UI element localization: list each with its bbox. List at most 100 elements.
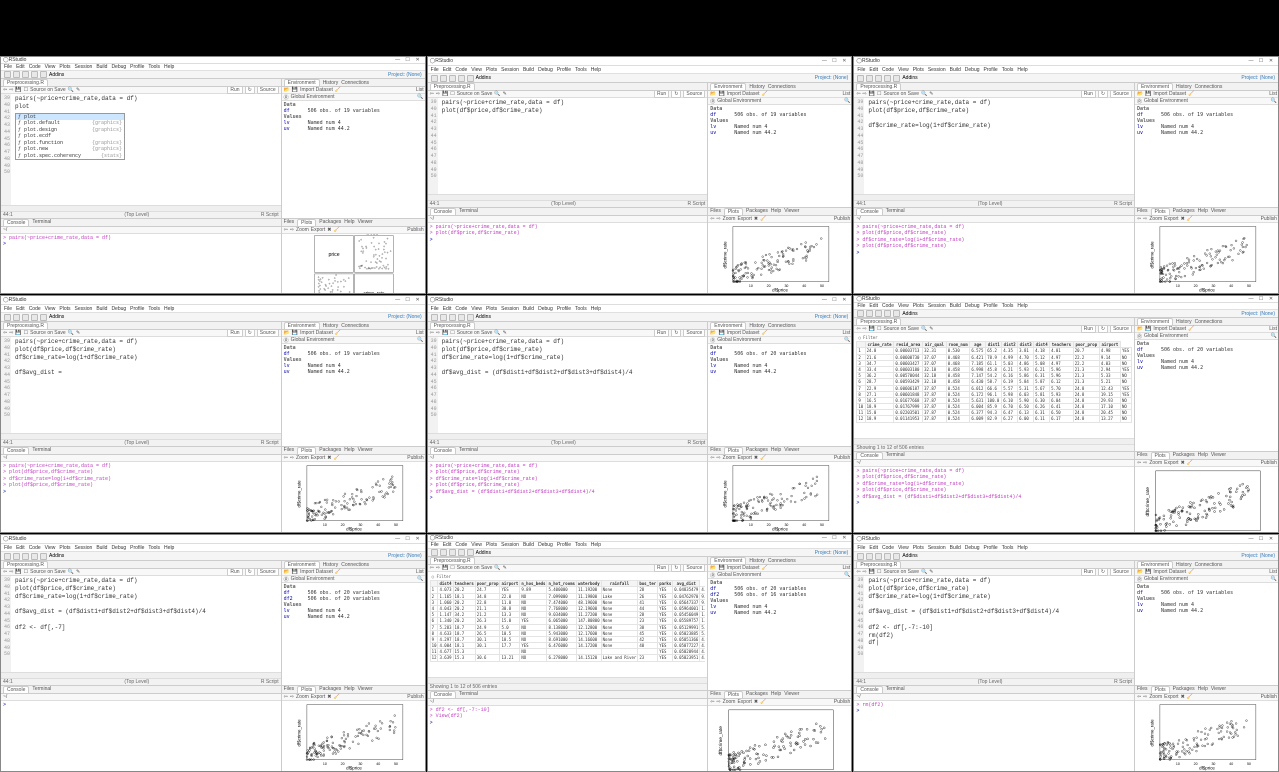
new-project-icon[interactable] [13,71,20,78]
menu-file[interactable]: File [857,303,865,309]
plot-back-icon[interactable]: ⇦ [710,699,714,705]
run-button[interactable]: Run [1081,90,1096,98]
source-on-save-checkbox[interactable]: ☐ [877,569,881,575]
tab-history[interactable]: History [749,558,765,564]
menu-help[interactable]: Help [591,542,601,548]
import-dataset-button[interactable]: Import Dataset [1153,91,1186,97]
tab-history[interactable]: History [323,80,339,86]
tab-history[interactable]: History [1176,562,1192,568]
close-button[interactable]: ✕ [413,536,423,542]
tab-environment[interactable]: Environment [284,561,320,568]
forward-icon[interactable]: ⇨ [863,91,867,97]
import-dataset-button[interactable]: Import Dataset [1153,569,1186,575]
tab-files[interactable]: Files [1137,208,1148,214]
tab-plots[interactable]: Plots [1151,208,1170,215]
tab-connections[interactable]: Connections [1195,562,1223,568]
menu-edit[interactable]: Edit [869,303,878,309]
tab-connections[interactable]: Connections [768,558,796,564]
addins-dropdown[interactable]: Addins [902,553,917,559]
load-icon[interactable]: 📂 [1137,569,1143,575]
print-icon[interactable] [467,314,474,321]
new-project-icon[interactable] [866,553,873,560]
menu-session[interactable]: Session [501,542,519,548]
tab-packages[interactable]: Packages [319,219,341,225]
run-button[interactable]: Run [654,90,669,98]
menu-build[interactable]: Build [96,64,107,70]
tab-files[interactable]: Files [710,208,721,214]
back-icon[interactable]: ⇦ [430,91,434,97]
menu-session[interactable]: Session [501,67,519,73]
zoom-button[interactable]: Zoom [1149,460,1162,466]
new-file-icon[interactable] [431,75,438,82]
export-button[interactable]: Export [311,455,325,461]
maximize-button[interactable]: ☐ [829,297,839,303]
menu-profile[interactable]: Profile [984,303,998,309]
open-file-icon[interactable] [449,314,456,321]
project-menu[interactable]: Project: (None) [1241,553,1275,559]
env-var-uv[interactable]: uv Named num 44.2 [1137,365,1277,371]
export-button[interactable]: Export [311,694,325,700]
save-ws-icon[interactable]: 💾 [292,330,298,336]
import-dataset-button[interactable]: Import Dataset [727,330,760,336]
save-icon[interactable] [884,75,891,82]
console-body[interactable]: > df2 <- df[,-7:-10]> View(df2)> [428,706,708,772]
source-tab[interactable]: Preprocessing.R [3,79,48,86]
menu-tools[interactable]: Tools [148,306,160,312]
zoom-button[interactable]: Zoom [296,694,309,700]
menu-debug[interactable]: Debug [111,64,126,70]
plot-forward-icon[interactable]: ⇨ [1143,460,1147,466]
tab-help[interactable]: Help [344,219,354,225]
menu-file[interactable]: File [857,67,865,73]
source-editor[interactable]: 394041424344454647484950 pairs(~price+cr… [428,98,708,194]
tab-viewer[interactable]: Viewer [784,691,799,697]
tab-history[interactable]: History [749,323,765,329]
clear-plots-icon[interactable]: 🧹 [760,455,766,461]
load-icon[interactable]: 📂 [284,330,290,336]
source-tab[interactable]: Preprocessing.R [3,322,48,329]
menu-session[interactable]: Session [501,306,519,312]
save-ws-icon[interactable]: 💾 [719,91,725,97]
menu-debug[interactable]: Debug [111,306,126,312]
zoom-button[interactable]: Zoom [1149,216,1162,222]
find-icon[interactable]: 🔍 [921,326,927,332]
forward-icon[interactable]: ⇨ [436,91,440,97]
minimize-button[interactable]: — [1246,58,1256,64]
plot-forward-icon[interactable]: ⇨ [290,455,294,461]
menu-profile[interactable]: Profile [130,306,144,312]
plot-forward-icon[interactable]: ⇨ [290,694,294,700]
menu-code[interactable]: Code [455,67,467,73]
tab-plots[interactable]: Plots [297,219,316,226]
clear-plots-icon[interactable]: 🧹 [333,227,339,233]
rerun-icon[interactable]: ↻ [671,329,681,337]
source-button[interactable]: Source [257,568,279,576]
tab-plots[interactable]: Plots [297,447,316,454]
menu-edit[interactable]: Edit [16,545,25,551]
tab-terminal[interactable]: Terminal [32,219,51,225]
save-ws-icon[interactable]: 💾 [292,569,298,575]
new-project-icon[interactable] [866,75,873,82]
tab-connections[interactable]: Connections [341,562,369,568]
find-icon[interactable]: 🔍 [68,87,74,93]
tab-plots[interactable]: Plots [724,447,743,454]
save-icon[interactable] [884,310,891,317]
menu-session[interactable]: Session [75,64,93,70]
clear-plots-icon[interactable]: 🧹 [1187,694,1193,700]
global-env-label[interactable]: Global Environment [291,576,335,582]
tab-terminal[interactable]: Terminal [459,691,478,697]
source-tab[interactable]: Preprocessing.R [430,83,475,90]
menu-build[interactable]: Build [950,545,961,551]
search-icon[interactable]: 🔍 [417,576,423,582]
plot-back-icon[interactable]: ⇦ [710,216,714,222]
menu-tools[interactable]: Tools [575,67,587,73]
maximize-button[interactable]: ☐ [1256,58,1266,64]
tab-help[interactable]: Help [344,686,354,692]
publish-button[interactable]: Publish [1261,460,1277,466]
rerun-icon[interactable]: ↻ [1098,325,1108,333]
broom-icon[interactable]: 🧹 [1188,326,1194,332]
load-icon[interactable]: 📂 [284,87,290,93]
back-icon[interactable]: ⇦ [430,565,434,571]
compile-icon[interactable]: ✎ [929,91,933,97]
global-env-label[interactable]: Global Environment [291,337,335,343]
back-icon[interactable]: ⇦ [856,569,860,575]
find-icon[interactable]: 🔍 [494,91,500,97]
